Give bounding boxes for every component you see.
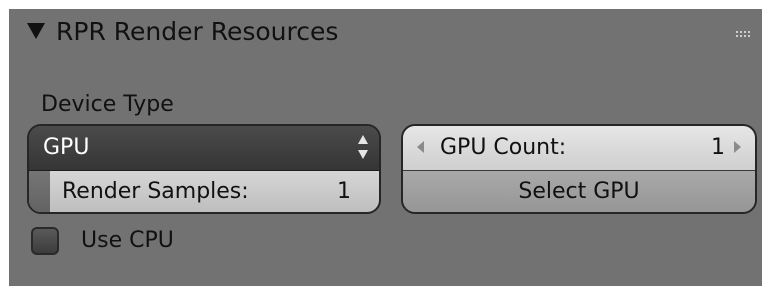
select-gpu-button[interactable]: Select GPU	[403, 171, 755, 212]
updown-arrows-icon	[358, 135, 368, 159]
gpu-count-value: 1	[711, 135, 725, 160]
device-settings-group: GPU Render Samples: 1	[27, 124, 381, 214]
use-cpu-label: Use CPU	[81, 228, 174, 253]
triangle-down-icon[interactable]	[25, 20, 47, 42]
arrow-left-icon[interactable]	[417, 141, 425, 153]
device-type-dropdown[interactable]: GPU	[29, 126, 379, 171]
device-type-label: Device Type	[41, 92, 174, 117]
panel-title: RPR Render Resources	[56, 17, 339, 46]
render-samples-fill	[29, 171, 50, 212]
use-cpu-checkbox[interactable]	[31, 227, 59, 255]
render-samples-label: Render Samples:	[62, 179, 249, 204]
gpu-count-field[interactable]: GPU Count: 1	[403, 126, 755, 171]
select-gpu-label: Select GPU	[518, 179, 640, 204]
device-type-value: GPU	[43, 135, 90, 160]
drag-grip-icon[interactable]	[736, 31, 752, 39]
panel-header[interactable]: RPR Render Resources	[9, 9, 762, 59]
arrow-right-icon[interactable]	[733, 141, 741, 153]
gpu-count-label: GPU Count:	[440, 135, 567, 160]
gpu-settings-group: GPU Count: 1 Select GPU	[401, 124, 757, 214]
render-samples-field[interactable]: Render Samples: 1	[29, 171, 379, 212]
render-samples-value: 1	[337, 179, 351, 204]
rpr-render-resources-panel: RPR Render Resources Device Type GPU Ren…	[9, 9, 762, 286]
